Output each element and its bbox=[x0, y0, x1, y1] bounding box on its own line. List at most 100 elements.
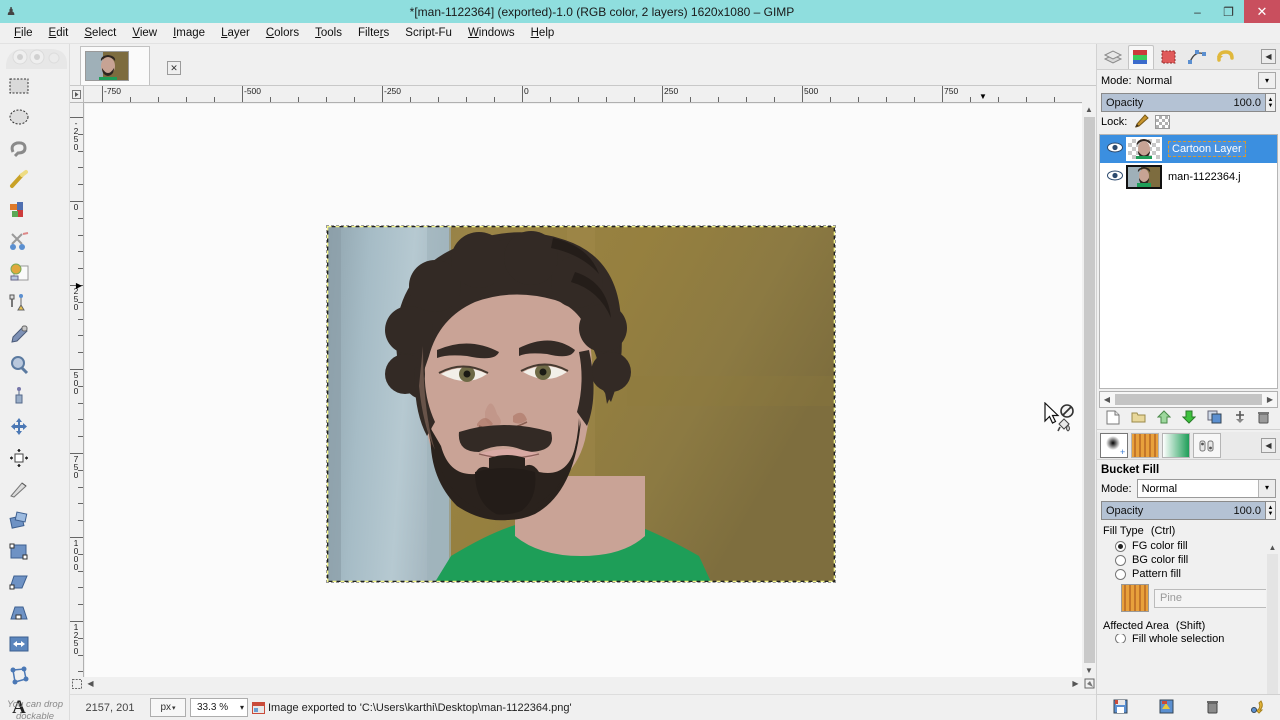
menu-script-fu[interactable]: Script-Fu bbox=[397, 25, 460, 41]
scroll-right-arrow[interactable]: ▶ bbox=[1263, 395, 1277, 404]
cage-transform-tool[interactable] bbox=[2, 659, 35, 690]
pattern-pine-icon[interactable] bbox=[1131, 433, 1159, 458]
zoom-selector[interactable]: 33.3 % ▾ bbox=[190, 698, 248, 717]
layer-row-cartoon[interactable]: Cartoon Layer bbox=[1100, 135, 1277, 163]
horizontal-scrollbar[interactable]: ◀ ▶ bbox=[84, 677, 1082, 690]
scale-tool[interactable] bbox=[2, 535, 35, 566]
fg-color-fill-option[interactable]: FG color fill bbox=[1097, 539, 1280, 553]
menu-image[interactable]: Image bbox=[165, 25, 213, 41]
radio-icon[interactable] bbox=[1115, 634, 1126, 643]
gradient-green-icon[interactable] bbox=[1162, 433, 1190, 458]
close-image-tab-button[interactable]: ✕ bbox=[167, 61, 181, 75]
menu-select[interactable]: Select bbox=[76, 25, 124, 41]
move-tool[interactable] bbox=[2, 411, 35, 442]
menu-view[interactable]: View bbox=[124, 25, 165, 41]
layer-name[interactable]: man-1122364.j bbox=[1168, 171, 1241, 183]
alignment-tool[interactable] bbox=[2, 442, 35, 473]
zoom-tool[interactable] bbox=[2, 349, 35, 380]
menu-tools[interactable]: Tools bbox=[307, 25, 350, 41]
layer-visibility-eye-icon[interactable] bbox=[1104, 170, 1126, 184]
menu-colors[interactable]: Colors bbox=[258, 25, 307, 41]
pattern-fill-option[interactable]: Pattern fill bbox=[1097, 567, 1280, 581]
layers-scroll-thumb[interactable] bbox=[1115, 394, 1262, 405]
horizontal-ruler[interactable]: -750-500-2500250500750100012501500175020… bbox=[84, 86, 1082, 103]
minimize-button[interactable]: – bbox=[1182, 0, 1213, 23]
dock-menu-button[interactable]: ◀ bbox=[1261, 49, 1276, 64]
scroll-left-arrow[interactable]: ◀ bbox=[1100, 395, 1114, 404]
canvas-image[interactable] bbox=[326, 225, 836, 583]
layer-row-photo[interactable]: man-1122364.j bbox=[1100, 163, 1277, 191]
undo-arrow-icon[interactable] bbox=[1212, 45, 1238, 69]
foreground-select-tool[interactable] bbox=[2, 256, 35, 287]
image-canvas[interactable] bbox=[85, 104, 1082, 677]
scroll-right-arrow[interactable]: ▶ bbox=[1069, 677, 1082, 690]
channels-icon[interactable] bbox=[1128, 44, 1154, 69]
menu-windows[interactable]: Windows bbox=[460, 25, 523, 41]
shear-tool[interactable] bbox=[2, 566, 35, 597]
layer-opacity-spinner[interactable]: ▲ ▼ bbox=[1266, 93, 1276, 112]
bg-color-fill-option[interactable]: BG color fill bbox=[1097, 553, 1280, 567]
unit-selector[interactable]: px ▾ bbox=[150, 698, 186, 717]
scroll-left-arrow[interactable]: ◀ bbox=[84, 677, 97, 690]
tool-mode-select[interactable]: Normal ▾ bbox=[1136, 479, 1276, 498]
pattern-swatch[interactable] bbox=[1121, 584, 1149, 612]
restore-preset-icon[interactable] bbox=[1159, 699, 1174, 717]
navigation-preview-button[interactable] bbox=[1082, 677, 1096, 690]
fill-whole-selection-option[interactable]: Fill whole selection bbox=[1097, 634, 1280, 643]
duplicate-icon[interactable] bbox=[1207, 410, 1222, 427]
vertical-scroll-thumb[interactable] bbox=[1083, 117, 1095, 663]
ellipse-select-tool[interactable] bbox=[2, 101, 35, 132]
radio-icon[interactable] bbox=[1115, 554, 1126, 566]
scissors-select-tool[interactable] bbox=[2, 225, 35, 256]
layer-visibility-eye-icon[interactable] bbox=[1104, 142, 1126, 156]
quickmask-channel-icon[interactable] bbox=[1156, 45, 1182, 69]
new-page-icon[interactable] bbox=[1106, 410, 1120, 428]
trash-icon[interactable] bbox=[1257, 410, 1270, 427]
tool-opacity-spinner[interactable]: ▲ ▼ bbox=[1266, 501, 1276, 520]
save-preset-icon[interactable] bbox=[1113, 699, 1128, 717]
tool-opacity-slider[interactable]: Opacity 100.0 bbox=[1101, 501, 1266, 520]
tool-options-scrollbar[interactable]: ▲ ▼ bbox=[1266, 541, 1279, 716]
layers-stack-icon[interactable] bbox=[1100, 45, 1126, 69]
crop-tool[interactable] bbox=[2, 473, 35, 504]
menu-file[interactable]: File bbox=[6, 25, 41, 41]
paths-icon[interactable] bbox=[1184, 45, 1210, 69]
pattern-name-field[interactable]: Pine bbox=[1154, 588, 1276, 608]
flip-tool[interactable] bbox=[2, 628, 35, 659]
lock-pixels-icon[interactable] bbox=[1133, 113, 1150, 131]
tool-options-menu-button[interactable]: ◀ bbox=[1261, 438, 1276, 453]
radio-icon[interactable] bbox=[1115, 568, 1126, 580]
menu-filters[interactable]: Filters bbox=[350, 25, 397, 41]
scroll-up-arrow[interactable]: ▲ bbox=[1266, 541, 1279, 554]
anchor-icon[interactable] bbox=[1233, 410, 1247, 427]
image-tab[interactable]: ✕ bbox=[80, 46, 181, 85]
menu-layer[interactable]: Layer bbox=[213, 25, 258, 41]
perspective-tool[interactable] bbox=[2, 597, 35, 628]
free-select-tool[interactable] bbox=[2, 132, 35, 163]
paths-tool[interactable] bbox=[2, 287, 35, 318]
lock-alpha-icon[interactable] bbox=[1155, 115, 1171, 129]
rect-select-tool[interactable] bbox=[2, 70, 35, 101]
layer-opacity-slider[interactable]: Opacity 100.0 bbox=[1101, 93, 1266, 112]
delete-preset-icon[interactable] bbox=[1206, 699, 1219, 717]
select-by-color-tool[interactable] bbox=[2, 194, 35, 225]
layer-name[interactable]: Cartoon Layer bbox=[1168, 141, 1246, 157]
menu-edit[interactable]: Edit bbox=[41, 25, 77, 41]
up-arrow-icon[interactable] bbox=[1156, 410, 1172, 427]
close-button[interactable]: ✕ bbox=[1244, 0, 1280, 23]
measure-tool[interactable] bbox=[2, 380, 35, 411]
layer-mode-dropdown[interactable]: ▾ bbox=[1258, 72, 1276, 89]
layers-list[interactable]: Cartoon Layer man-1122364.j bbox=[1099, 134, 1278, 389]
radio-icon[interactable] bbox=[1115, 540, 1126, 552]
scroll-up-arrow[interactable]: ▲ bbox=[1083, 103, 1096, 116]
restore-button[interactable]: ❐ bbox=[1213, 0, 1244, 23]
vertical-ruler[interactable]: -250 0 250 500 750 1000 1250 ▶ bbox=[70, 103, 84, 677]
device-status-icon[interactable] bbox=[1193, 433, 1221, 458]
reset-icon[interactable] bbox=[1250, 699, 1265, 717]
quickmask-toggle-button[interactable] bbox=[70, 677, 84, 690]
down-arrow-icon[interactable] bbox=[1181, 410, 1197, 427]
brush-dot-icon[interactable]: + bbox=[1100, 433, 1128, 458]
scroll-down-arrow[interactable]: ▼ bbox=[1083, 664, 1096, 677]
menu-help[interactable]: Help bbox=[523, 25, 563, 41]
vertical-scrollbar[interactable]: ▲ ▼ bbox=[1082, 103, 1096, 677]
